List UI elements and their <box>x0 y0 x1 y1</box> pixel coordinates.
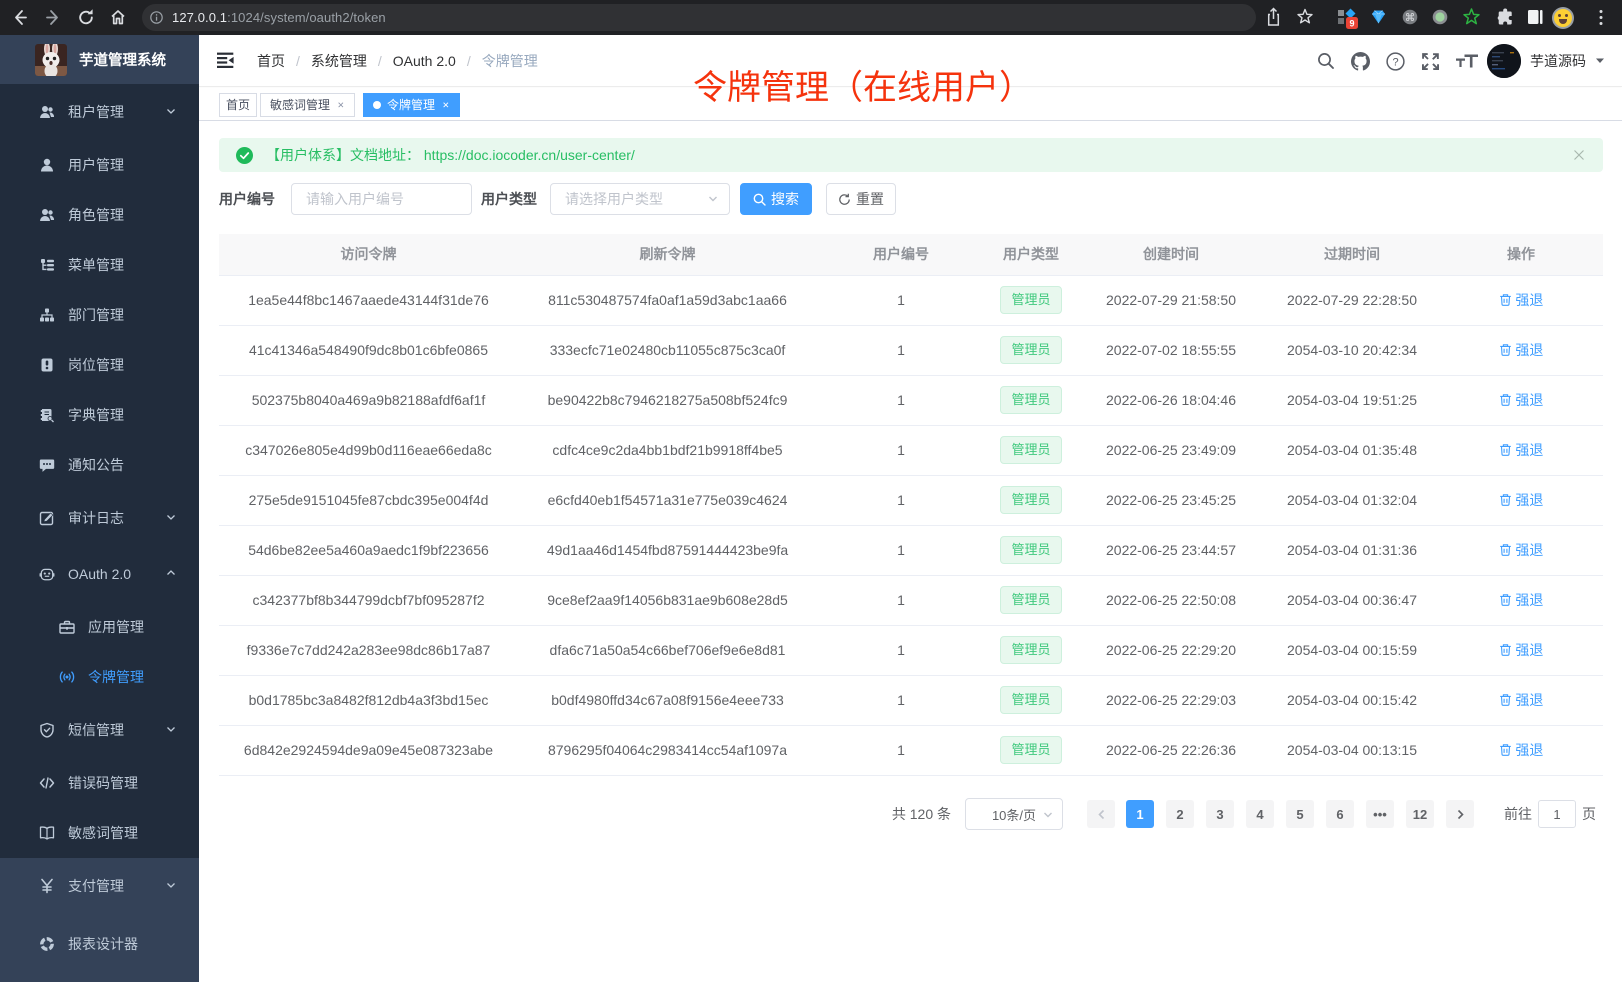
svg-text:⌘: ⌘ <box>1405 12 1416 24</box>
svg-text:9: 9 <box>1349 19 1354 29</box>
svg-text:?: ? <box>1392 56 1398 68</box>
